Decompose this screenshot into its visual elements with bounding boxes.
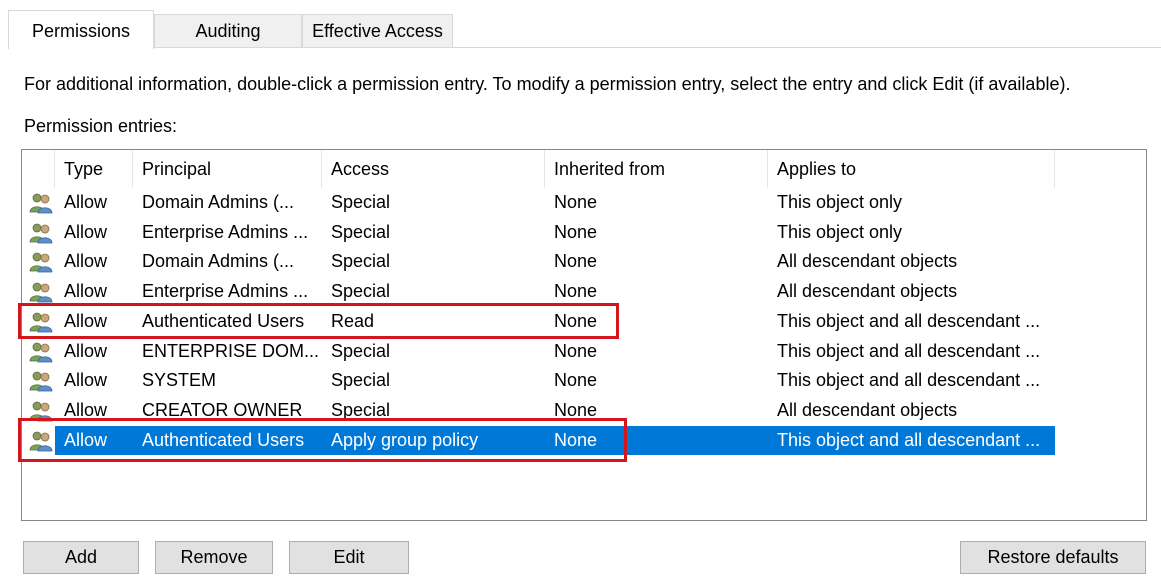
table-row[interactable]: Allow Domain Admins (... Special None This o… — [22, 188, 1146, 217]
row-access: Apply group policy — [331, 429, 479, 450]
user-group-icon — [28, 430, 54, 452]
row-inherited-from: None — [554, 192, 598, 212]
restore-defaults-button[interactable]: Restore defaults — [960, 541, 1146, 574]
row-type: Allow — [64, 251, 108, 272]
row-access: Special — [331, 281, 391, 302]
row-principal: Enterprise Admins ... — [142, 281, 309, 302]
table-row[interactable]: Allow Domain Admins (... Special None All de… — [22, 247, 1146, 276]
row-access: Read — [331, 310, 375, 331]
row-applies-to: All descendant objects — [777, 281, 958, 302]
tab-permissions[interactable]: Permissions — [8, 10, 154, 49]
table-row[interactable]: Allow SYSTEM Special None This object and al… — [22, 366, 1146, 395]
remove-button[interactable]: Remove — [155, 541, 273, 574]
row-type: Allow — [64, 340, 108, 361]
row-principal: Enterprise Admins ... — [142, 221, 309, 242]
row-inherited-from: None — [554, 281, 598, 302]
row-applies-to: This object and all descendant ... — [777, 310, 1041, 331]
info-text: For additional information, double-click… — [24, 74, 1071, 94]
table-row[interactable]: Allow Authenticated Users Read None This obj… — [22, 307, 1146, 336]
row-access: Special — [331, 251, 391, 272]
row-applies-to: All descendant objects — [777, 251, 958, 272]
row-type: Allow — [64, 310, 108, 331]
row-applies-to: This object and all descendant ... — [777, 340, 1041, 361]
add-button[interactable]: Add — [23, 541, 139, 574]
row-type: Allow — [64, 221, 108, 242]
row-access: Special — [331, 192, 391, 212]
row-applies-to: This object only — [777, 192, 903, 212]
row-access: Special — [331, 370, 391, 391]
row-applies-to: This object and all descendant ... — [777, 429, 1041, 450]
table-row[interactable]: Allow Enterprise Admins ... Special None All… — [22, 277, 1146, 306]
user-group-icon — [28, 251, 54, 273]
tab-strip: Permissions Auditing Effective Access — [0, 0, 1161, 49]
permission-entries-list[interactable]: Type Principal Access Inherited from App… — [21, 149, 1147, 521]
row-inherited-from: None — [554, 340, 598, 361]
user-group-icon — [28, 192, 54, 214]
row-principal: Authenticated Users — [142, 310, 305, 331]
user-group-icon — [28, 311, 54, 333]
edit-button[interactable]: Edit — [289, 541, 409, 574]
row-inherited-from: None — [554, 310, 598, 331]
table-row[interactable]: Allow CREATOR OWNER Special None All descend… — [22, 396, 1146, 425]
list-header: Type Principal Access Inherited from App… — [22, 150, 1146, 188]
column-header-type[interactable]: Type — [55, 150, 133, 188]
row-inherited-from: None — [554, 370, 598, 391]
row-principal: Authenticated Users — [142, 429, 305, 450]
row-type: Allow — [64, 281, 108, 302]
row-applies-to: All descendant objects — [777, 399, 958, 420]
row-type: Allow — [64, 399, 108, 420]
user-group-icon — [28, 400, 54, 422]
column-header-principal[interactable]: Principal — [133, 150, 322, 188]
user-group-icon — [28, 222, 54, 244]
row-access: Special — [331, 221, 391, 242]
user-group-icon — [28, 341, 54, 363]
table-row[interactable]: Allow ENTERPRISE DOM... Special None This ob… — [22, 337, 1146, 366]
tab-divider — [8, 47, 1161, 48]
column-header-applies-to[interactable]: Applies to — [768, 150, 1055, 188]
column-header-icon[interactable] — [22, 150, 55, 188]
row-inherited-from: None — [554, 251, 598, 272]
row-principal: Domain Admins (... — [142, 192, 295, 212]
row-type: Allow — [64, 370, 108, 391]
row-inherited-from: None — [554, 429, 598, 450]
row-access: Special — [331, 340, 391, 361]
row-access: Special — [331, 399, 391, 420]
tab-auditing[interactable]: Auditing — [154, 14, 302, 47]
row-principal: ENTERPRISE DOM... — [142, 340, 320, 361]
tab-effective-access[interactable]: Effective Access — [302, 14, 453, 47]
row-applies-to: This object and all descendant ... — [777, 370, 1041, 391]
row-inherited-from: None — [554, 399, 598, 420]
row-principal: Domain Admins (... — [142, 251, 295, 272]
table-row[interactable]: Allow Enterprise Admins ... Special None Thi… — [22, 218, 1146, 247]
column-header-access[interactable]: Access — [322, 150, 545, 188]
user-group-icon — [28, 370, 54, 392]
row-applies-to: This object only — [777, 221, 903, 242]
column-header-inherited-from[interactable]: Inherited from — [545, 150, 768, 188]
permission-entries-label: Permission entries: — [24, 116, 178, 136]
row-principal: CREATOR OWNER — [142, 399, 303, 420]
table-row[interactable]: Allow Authenticated Users Apply group poli… — [22, 425, 1146, 455]
row-type: Allow — [64, 429, 108, 450]
row-principal: SYSTEM — [142, 370, 217, 391]
row-type: Allow — [64, 192, 108, 212]
row-inherited-from: None — [554, 221, 598, 242]
user-group-icon — [28, 281, 54, 303]
